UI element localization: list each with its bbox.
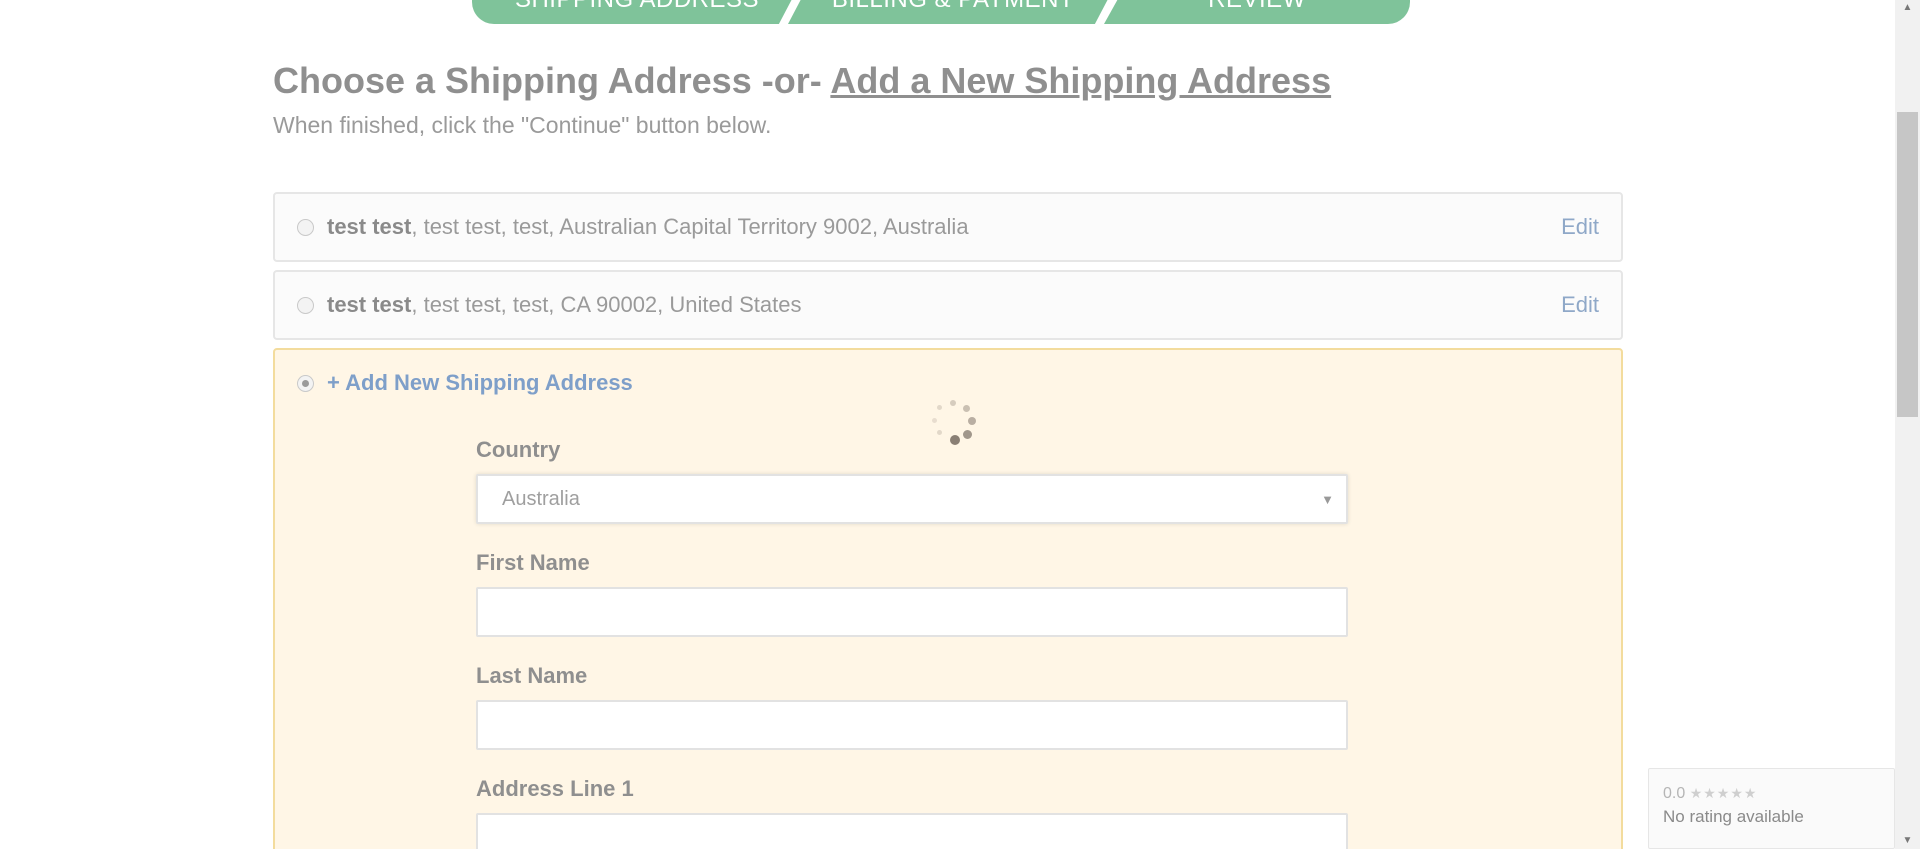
last-name-label: Last Name [476,663,588,688]
address-name: test test [327,214,412,239]
page-title-prefix: Choose a Shipping Address -or- [273,60,831,101]
address-radio[interactable] [297,296,314,314]
edit-address-link[interactable]: Edit [1561,292,1599,318]
address-detail: , test test, test, CA 90002, United Stat… [411,292,802,317]
step-review[interactable]: REVIEW [1104,0,1410,24]
rating-summary: 0.0 ★★★★★ [1663,785,1880,803]
first-name-field[interactable] [476,587,1348,637]
new-address-radio[interactable] [297,374,314,392]
rating-note: No rating available [1663,807,1804,826]
page-title: Choose a Shipping Address -or- Add a New… [273,60,1331,102]
address-name: test test [327,292,412,317]
checkout-page: SHIPPING ADDRESS BILLING & PAYMENT REVIE… [0,0,1895,849]
loading-spinner-icon [930,400,978,448]
edit-address-link[interactable]: Edit [1561,214,1599,240]
checkout-steps: SHIPPING ADDRESS BILLING & PAYMENT REVIE… [472,0,1424,24]
address-option[interactable]: test test, test test, test, CA 90002, Un… [273,270,1623,340]
rating-score: 0.0 [1663,785,1686,802]
vertical-scrollbar[interactable]: ▲ ▼ [1895,0,1920,849]
star-rating-icon: ★★★★★ [1689,785,1758,801]
chevron-down-icon: ▼ [1321,492,1334,507]
address-text: test test, test test, test, Australian C… [327,214,969,240]
country-value: Australia [502,487,580,510]
address-option[interactable]: test test, test test, test, Australian C… [273,192,1623,262]
step-billing-payment[interactable]: BILLING & PAYMENT [788,0,1118,24]
step-shipping-address[interactable]: SHIPPING ADDRESS [472,0,802,24]
address-detail: , test test, test, Australian Capital Te… [411,214,969,239]
first-name-label: First Name [476,550,590,575]
address-text: test test, test test, test, CA 90002, Un… [327,292,801,318]
address-line-1-field[interactable] [476,813,1348,849]
country-select[interactable]: Australia ▼ [476,474,1348,524]
add-new-address-link[interactable]: Add a New Shipping Address [830,60,1331,101]
page-subtitle: When finished, click the "Continue" butt… [273,112,772,138]
scroll-down-icon[interactable]: ▼ [1895,833,1920,849]
last-name-field[interactable] [476,700,1348,750]
rating-widget[interactable]: 0.0 ★★★★★ No rating available [1648,768,1895,849]
scroll-up-icon[interactable]: ▲ [1895,0,1920,16]
new-address-option[interactable]: + Add New Shipping Address [297,370,633,396]
scrollbar-thumb[interactable] [1897,112,1918,417]
new-address-label: + Add New Shipping Address [327,370,633,395]
country-label: Country [476,437,561,462]
address-radio[interactable] [297,218,314,236]
address-line-1-label: Address Line 1 [476,776,634,801]
